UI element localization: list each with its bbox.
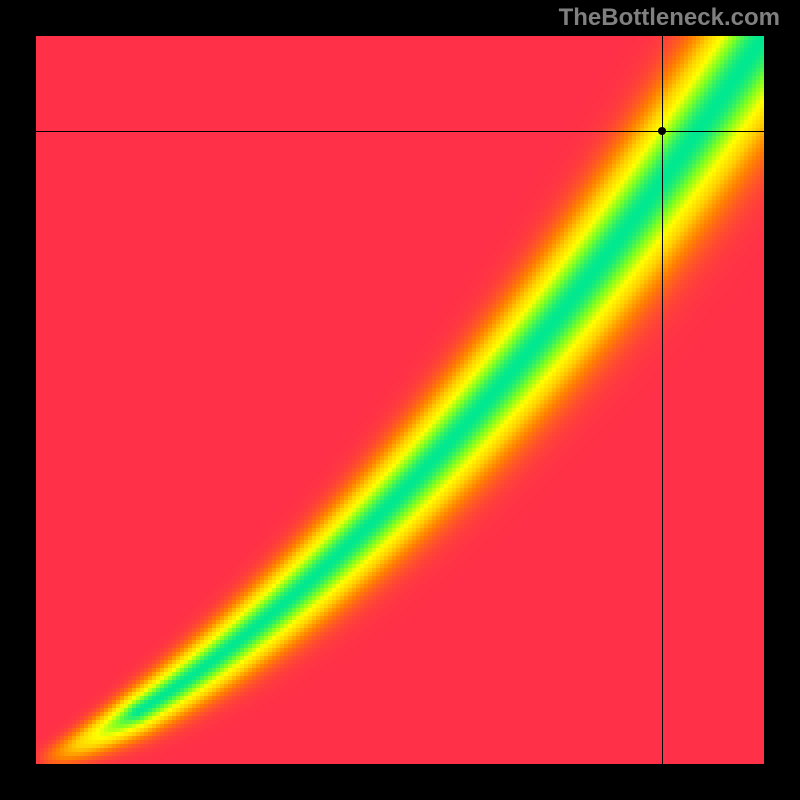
heatmap-canvas <box>36 36 764 764</box>
crosshair-vertical <box>662 36 663 764</box>
marker-dot <box>658 127 666 135</box>
watermark-text: TheBottleneck.com <box>559 4 780 32</box>
chart-container: TheBottleneck.com <box>0 0 800 800</box>
crosshair-horizontal <box>36 131 764 132</box>
plot-area <box>36 36 764 764</box>
